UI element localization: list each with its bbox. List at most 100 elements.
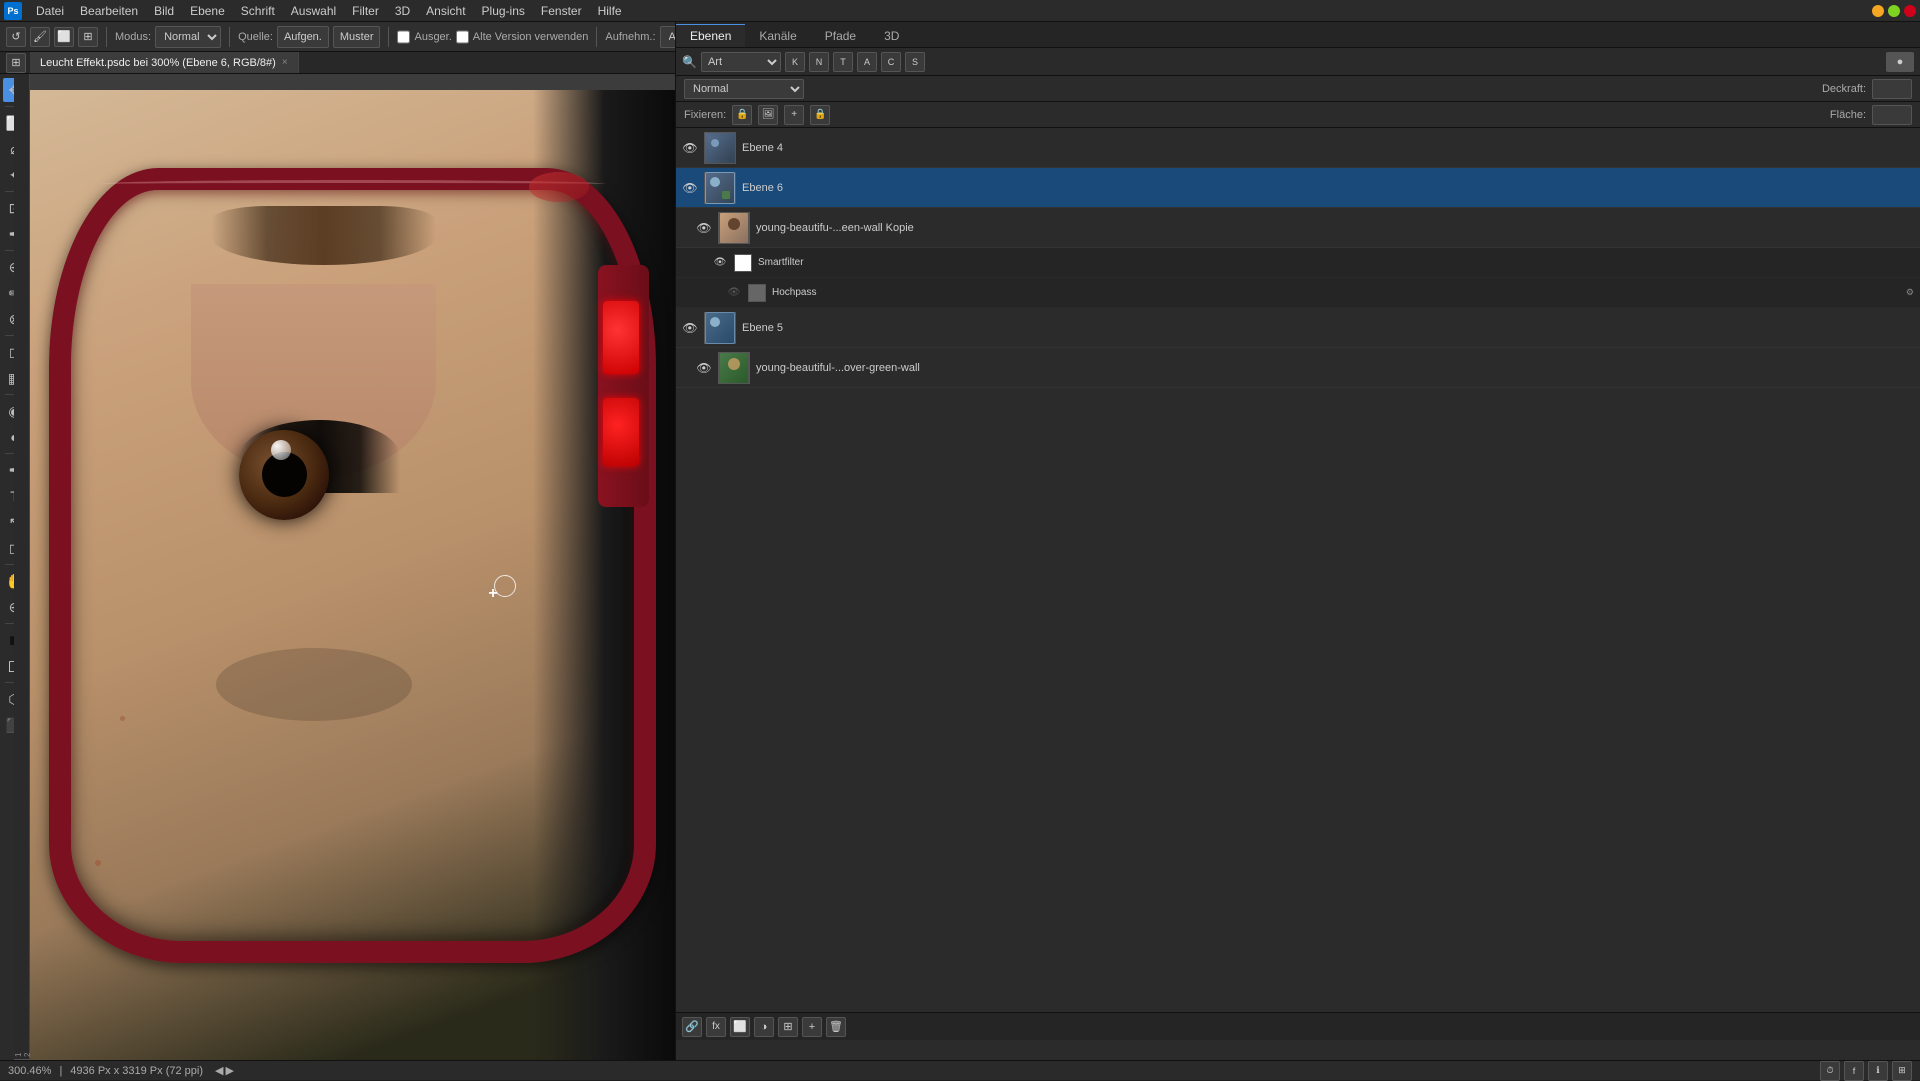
maximize-button[interactable] [1888, 5, 1900, 17]
status-info-icon[interactable]: ℹ [1868, 1061, 1888, 1081]
lower-shadow [216, 648, 412, 721]
eye-highlight [271, 440, 291, 460]
layer-adjustment-icon[interactable]: ◑ [754, 1017, 774, 1037]
aligned-checkbox[interactable] [397, 26, 410, 48]
canvas-inner[interactable]: + [30, 90, 675, 1060]
layer-thumb-hochpass [748, 284, 766, 302]
status-arrange-icon[interactable]: ⊞ [1892, 1061, 1912, 1081]
layer-thumb-ebene4 [704, 132, 736, 164]
status-filter-icon[interactable]: f [1844, 1061, 1864, 1081]
layer-visibility-ebene6[interactable]: 👁 [682, 180, 698, 196]
layer-visibility-hochpass[interactable]: 👁 [726, 285, 742, 301]
menu-datei[interactable]: Datei [28, 2, 72, 20]
layer-new-icon[interactable]: + [802, 1017, 822, 1037]
menu-ansicht[interactable]: Ansicht [418, 2, 473, 20]
tool-brush-size-icon[interactable]: ⬜ [54, 27, 74, 47]
sample-checkbox[interactable] [456, 26, 469, 48]
menu-filter[interactable]: Filter [344, 2, 387, 20]
tab-ebenen[interactable]: Ebenen [676, 24, 745, 47]
mode-select[interactable]: Normal [155, 26, 221, 48]
status-arrow-left[interactable]: ◀ [215, 1064, 223, 1077]
canvas-area[interactable]: + [30, 74, 675, 1060]
menu-3d[interactable]: 3D [387, 2, 418, 20]
layer-filter-toggle[interactable]: ● [1886, 52, 1914, 72]
menu-bild[interactable]: Bild [146, 2, 182, 20]
lock-position-icon[interactable]: + [784, 105, 804, 125]
sep1 [106, 27, 107, 47]
layer-thumb-smartfilter [734, 254, 752, 272]
layer-item-ebene6[interactable]: 👁 Ebene 6 [676, 168, 1920, 208]
layer-visibility-ebene5[interactable]: 👁 [682, 320, 698, 336]
layer-item-hochpass[interactable]: 👁 Hochpass ⚙ [676, 278, 1920, 308]
source-aufgen-btn[interactable]: Aufgen. [277, 26, 329, 48]
layer-filter-type-icon[interactable]: T [833, 52, 853, 72]
hochpass-settings-icon[interactable]: ⚙ [1906, 287, 1914, 298]
layer-group-icon[interactable]: ⊞ [778, 1017, 798, 1037]
layer-visibility-ebene4[interactable]: 👁 [682, 140, 698, 156]
menu-bearbeiten[interactable]: Bearbeiten [72, 2, 146, 20]
status-arrow-right[interactable]: ▶ [225, 1064, 233, 1077]
layer-filter-color-icon[interactable]: C [881, 52, 901, 72]
active-document-tab[interactable]: Leucht Effekt.psdc bei 300% (Ebene 6, RG… [30, 52, 299, 73]
layer-style-icon[interactable]: fx [706, 1017, 726, 1037]
layer-name-young-green: young-beautiful-...over-green-wall [756, 362, 1914, 374]
layer-item-smartfilter[interactable]: 👁 Smartfilter [676, 248, 1920, 278]
layer-delete-icon[interactable]: 🗑 [826, 1017, 846, 1037]
zoom-level: 300.46% [8, 1065, 51, 1077]
source-muster-btn[interactable]: Muster [333, 26, 381, 48]
layer-filter-name-icon[interactable]: N [809, 52, 829, 72]
layer-filter-kind-icon[interactable]: K [785, 52, 805, 72]
layer-mask-icon[interactable]: ⬜ [730, 1017, 750, 1037]
layer-filter-smartobj-icon[interactable]: S [905, 52, 925, 72]
layer-item-ebene4[interactable]: 👁 Ebene 4 [676, 128, 1920, 168]
layer-fill-row: Fixieren: 🔒 🖼 + 🔒 Fläche: 100% [676, 102, 1920, 128]
lock-transparent-icon[interactable]: 🔒 [732, 105, 752, 125]
layer-filter-attr-icon[interactable]: A [857, 52, 877, 72]
document-dimensions: 4936 Px x 3319 Px (72 ppi) [70, 1065, 203, 1077]
tab-3d[interactable]: 3D [870, 24, 913, 47]
blend-mode-select[interactable]: Normal [684, 79, 804, 99]
opacity-input[interactable]: 100% [1872, 79, 1912, 99]
tool-history-icon[interactable]: ↺ [6, 27, 26, 47]
layer-visibility-young-kopie[interactable]: 👁 [696, 220, 712, 236]
layer-item-young-green[interactable]: 👁 young-beautiful-...over-green-wall [676, 348, 1920, 388]
status-bar: 300.46% | 4936 Px x 3319 Px (72 ppi) ◀ ▶… [0, 1060, 1920, 1080]
menu-auswahl[interactable]: Auswahl [283, 2, 344, 20]
opacity-label: Deckraft: [1822, 83, 1866, 95]
layer-visibility-smartfilter[interactable]: 👁 [712, 255, 728, 271]
menu-plugins[interactable]: Plug-ins [474, 2, 533, 20]
eyebrow [211, 206, 437, 264]
layer-link-icon[interactable]: 🔗 [682, 1017, 702, 1037]
tab-kanaele[interactable]: Kanäle [745, 24, 810, 47]
sep4 [596, 27, 597, 47]
layer-item-young-kopie[interactable]: 👁 young-beautifu-...een-wall Kopie [676, 208, 1920, 248]
tool-load-icon[interactable]: ⊞ [78, 27, 98, 47]
tab-close-btn[interactable]: × [282, 57, 288, 68]
vertical-ruler: 1 2 3 4 5 6 7 8 [14, 74, 30, 1060]
lock-all-icon[interactable]: 🔒 [810, 105, 830, 125]
sep2 [229, 27, 230, 47]
menu-bar: Ps Datei Bearbeiten Bild Ebene Schrift A… [0, 0, 1920, 22]
glasses-right-arm [598, 265, 650, 508]
layer-thumb-ebene5 [704, 312, 736, 344]
layer-filter-select[interactable]: Art [701, 52, 781, 72]
menu-schrift[interactable]: Schrift [233, 2, 283, 20]
close-button[interactable] [1904, 5, 1916, 17]
lock-image-icon[interactable]: 🖼 [758, 105, 778, 125]
minimize-button[interactable] [1872, 5, 1884, 17]
status-timeline-icon[interactable]: ⏱ [1820, 1061, 1840, 1081]
tab-list-icon[interactable]: ⊞ [6, 53, 26, 73]
status-right-icons: ⏱ f ℹ ⊞ [1820, 1061, 1912, 1081]
tool-brush-icon[interactable]: 🖌 [30, 27, 50, 47]
menu-hilfe[interactable]: Hilfe [590, 2, 630, 20]
menu-ebene[interactable]: Ebene [182, 2, 233, 20]
led-red-2 [603, 398, 639, 466]
freckle-2 [120, 716, 125, 721]
layer-name-ebene5: Ebene 5 [742, 322, 1914, 334]
tab-pfade[interactable]: Pfade [811, 24, 870, 47]
layer-item-ebene5[interactable]: 👁 Ebene 5 [676, 308, 1920, 348]
fill-input[interactable]: 100% [1872, 105, 1912, 125]
layer-visibility-young-green[interactable]: 👁 [696, 360, 712, 376]
menu-fenster[interactable]: Fenster [533, 2, 590, 20]
fill-label: Fläche: [1830, 109, 1866, 121]
